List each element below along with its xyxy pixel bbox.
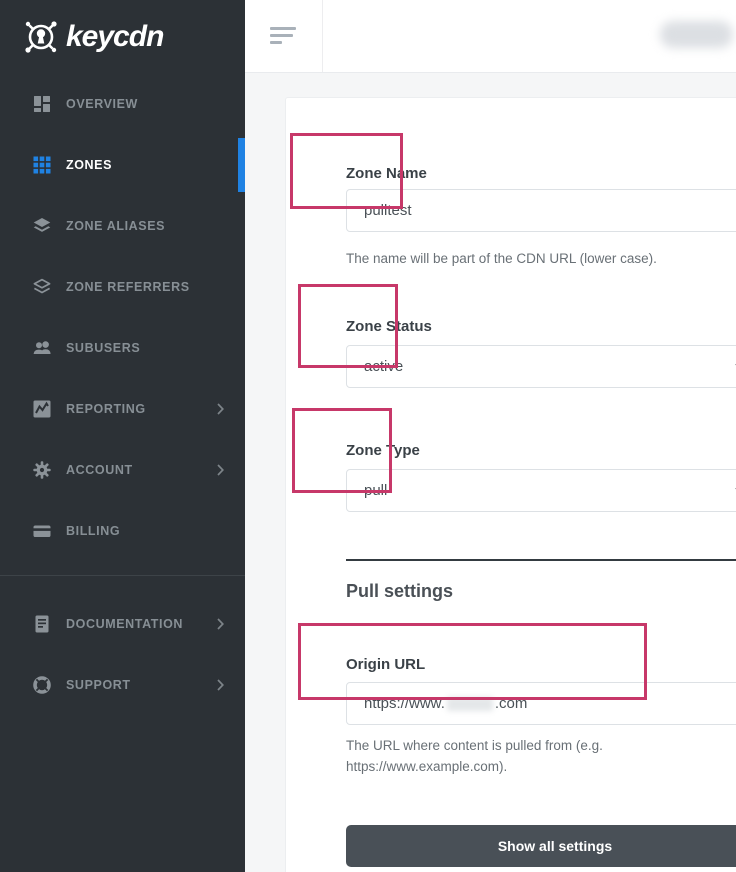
chevron-right-icon xyxy=(217,464,224,476)
zone-type-label: Zone Type xyxy=(346,442,420,459)
sidebar-item-documentation[interactable]: DOCUMENTATION xyxy=(0,593,245,654)
gear-icon xyxy=(33,461,51,479)
sidebar-item-label: ZONES xyxy=(66,158,112,172)
zone-status-select[interactable]: active xyxy=(346,345,736,388)
show-all-settings-button[interactable]: Show all settings xyxy=(346,825,736,867)
zone-type-value: pull xyxy=(364,482,387,499)
zone-type-select[interactable]: pull xyxy=(346,469,736,512)
origin-url-redacted xyxy=(447,697,493,711)
sidebar-item-zone-aliases[interactable]: ZONE ALIASES xyxy=(0,195,245,256)
sidebar-item-overview[interactable]: OVERVIEW xyxy=(0,73,245,134)
sidebar-item-subusers[interactable]: SUBUSERS xyxy=(0,317,245,378)
user-menu-redacted[interactable] xyxy=(660,21,733,48)
sidebar-item-label: ZONE ALIASES xyxy=(66,219,165,233)
pull-settings-title: Pull settings xyxy=(346,581,453,602)
keycdn-logo-text: keycdn xyxy=(66,20,163,54)
sidebar-item-label: BILLING xyxy=(66,524,120,538)
chevron-right-icon xyxy=(217,403,224,415)
keycdn-logo-icon xyxy=(18,14,64,60)
hamburger-menu-icon[interactable] xyxy=(270,27,298,46)
sidebar-item-label: ACCOUNT xyxy=(66,463,133,477)
layers-outline-icon xyxy=(33,278,51,296)
sidebar-item-billing[interactable]: BILLING xyxy=(0,500,245,561)
sidebar: keycdn OVERVIEW ZONES xyxy=(0,0,245,872)
keycdn-logo[interactable]: keycdn xyxy=(18,14,163,60)
zone-settings-card: Zone Name pulltest The name will be part… xyxy=(285,97,736,872)
credit-card-icon xyxy=(33,522,51,540)
grid-icon xyxy=(33,156,51,174)
zone-name-input[interactable]: pulltest xyxy=(346,189,736,232)
sidebar-item-zones[interactable]: ZONES xyxy=(0,134,245,195)
sidebar-item-label: REPORTING xyxy=(66,402,146,416)
zone-name-help: The name will be part of the CDN URL (lo… xyxy=(346,248,657,269)
chevron-right-icon xyxy=(217,618,224,630)
chevron-right-icon xyxy=(217,679,224,691)
document-icon xyxy=(33,615,51,633)
sidebar-item-label: OVERVIEW xyxy=(66,97,138,111)
sidebar-item-zone-referrers[interactable]: ZONE REFERRERS xyxy=(0,256,245,317)
main-content: Zone Name pulltest The name will be part… xyxy=(245,73,736,872)
sidebar-divider xyxy=(0,575,245,576)
sidebar-nav: OVERVIEW ZONES ZONE ALIASES xyxy=(0,73,245,715)
origin-url-suffix: .com xyxy=(495,695,528,712)
users-icon xyxy=(33,339,51,357)
origin-url-help: The URL where content is pulled from (e.… xyxy=(346,735,636,777)
layers-filled-icon xyxy=(33,217,51,235)
sidebar-item-label: SUPPORT xyxy=(66,678,131,692)
sidebar-item-reporting[interactable]: REPORTING xyxy=(0,378,245,439)
section-divider xyxy=(346,559,736,561)
sidebar-item-account[interactable]: ACCOUNT xyxy=(0,439,245,500)
sidebar-item-label: SUBUSERS xyxy=(66,341,140,355)
sidebar-item-label: ZONE REFERRERS xyxy=(66,280,190,294)
zone-name-value: pulltest xyxy=(364,202,412,219)
sidebar-item-label: DOCUMENTATION xyxy=(66,617,183,631)
top-header xyxy=(245,0,736,73)
origin-url-input[interactable]: https://www. .com xyxy=(346,682,736,725)
header-divider xyxy=(322,0,323,72)
origin-url-label: Origin URL xyxy=(346,656,425,673)
lifebuoy-icon xyxy=(33,676,51,694)
zone-name-label: Zone Name xyxy=(346,165,427,182)
chart-icon xyxy=(33,400,51,418)
sidebar-item-support[interactable]: SUPPORT xyxy=(0,654,245,715)
dashboard-icon xyxy=(33,95,51,113)
zone-status-label: Zone Status xyxy=(346,318,432,335)
origin-url-prefix: https://www. xyxy=(364,695,445,712)
zone-status-value: active xyxy=(364,358,403,375)
